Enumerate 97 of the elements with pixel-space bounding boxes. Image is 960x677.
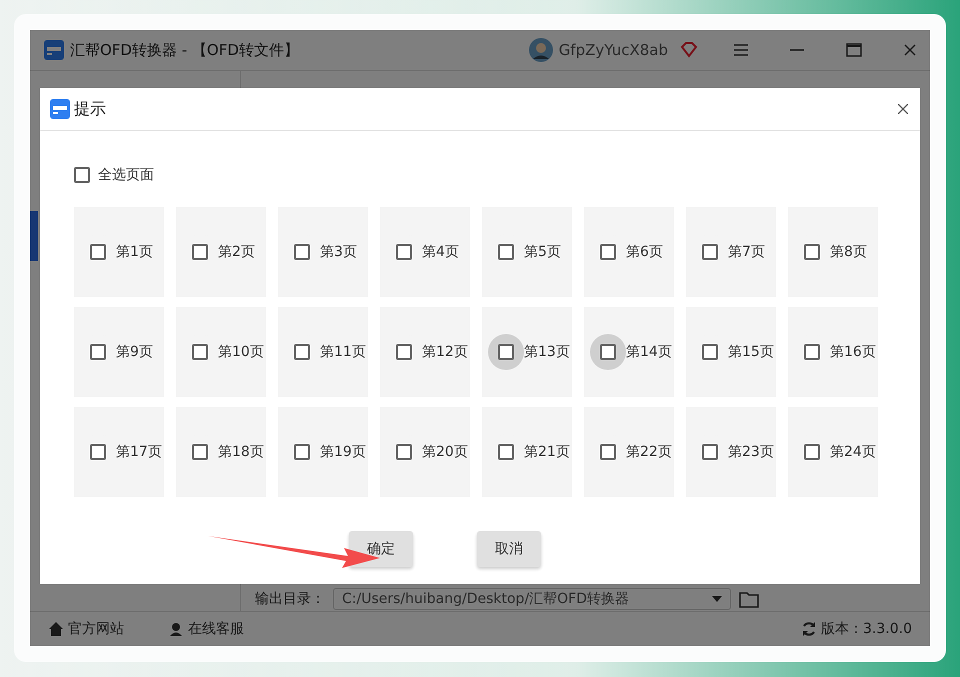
checkbox[interactable] [498, 444, 514, 460]
window-title: 汇帮OFD转换器 - 【OFD转文件】 [70, 40, 299, 60]
page-label: 第9页 [116, 343, 153, 361]
dialog-title: 提示 [74, 98, 106, 120]
refresh-icon [801, 621, 818, 637]
page-option[interactable]: 第24页 [788, 407, 878, 497]
close-button[interactable] [896, 102, 910, 116]
page-option[interactable]: 第1页 [74, 207, 164, 297]
page-label: 第12页 [422, 343, 468, 361]
page-option[interactable]: 第9页 [74, 307, 164, 397]
page-label: 第20页 [422, 443, 468, 461]
page-label: 第15页 [728, 343, 774, 361]
page-label: 第3页 [320, 243, 357, 261]
page-option[interactable]: 第21页 [482, 407, 572, 497]
output-path-field[interactable]: C:/Users/huibang/Desktop/汇帮OFD转换器 [333, 588, 731, 610]
checkbox[interactable] [294, 244, 310, 260]
version-label: 版本：3.3.0.0 [801, 620, 912, 638]
page-option[interactable]: 第10页 [176, 307, 266, 397]
checkbox[interactable] [804, 444, 820, 460]
page-option[interactable]: 第11页 [278, 307, 368, 397]
page-option[interactable]: 第12页 [380, 307, 470, 397]
checkbox[interactable] [498, 344, 514, 360]
checkbox[interactable] [74, 167, 90, 183]
page-option[interactable]: 第22页 [584, 407, 674, 497]
checkbox[interactable] [90, 344, 106, 360]
footer-link[interactable]: 在线客服 [168, 620, 244, 638]
diamond-icon [680, 42, 698, 58]
checkbox[interactable] [702, 344, 718, 360]
folder-icon[interactable] [739, 590, 759, 608]
page-label: 第19页 [320, 443, 366, 461]
page-option[interactable]: 第4页 [380, 207, 470, 297]
page-option[interactable]: 第5页 [482, 207, 572, 297]
cancel-button[interactable]: 取消 [477, 531, 541, 567]
username: GfpZyYucX8ab [558, 41, 668, 59]
page-label: 第18页 [218, 443, 264, 461]
checkbox[interactable] [600, 344, 616, 360]
page-label: 第1页 [116, 243, 153, 261]
page-label: 第6页 [626, 243, 663, 261]
checkbox[interactable] [804, 244, 820, 260]
page-option[interactable]: 第20页 [380, 407, 470, 497]
home-icon [48, 621, 64, 637]
page-label: 第7页 [728, 243, 765, 261]
page-option[interactable]: 第13页 [482, 307, 572, 397]
checkbox[interactable] [192, 344, 208, 360]
page-label: 第10页 [218, 343, 264, 361]
checkbox[interactable] [804, 344, 820, 360]
page-option[interactable]: 第2页 [176, 207, 266, 297]
page-option[interactable]: 第14页 [584, 307, 674, 397]
checkbox[interactable] [90, 244, 106, 260]
select-all-label: 全选页面 [98, 166, 154, 184]
page-option[interactable]: 第6页 [584, 207, 674, 297]
checkbox[interactable] [294, 344, 310, 360]
person-icon [168, 621, 184, 637]
page-option[interactable]: 第7页 [686, 207, 776, 297]
page-label: 第21页 [524, 443, 570, 461]
page-label: 第14页 [626, 343, 672, 361]
page-label: 第23页 [728, 443, 774, 461]
checkbox[interactable] [702, 444, 718, 460]
page-label: 第17页 [116, 443, 162, 461]
checkbox[interactable] [702, 244, 718, 260]
page-label: 第16页 [830, 343, 876, 361]
page-label: 第5页 [524, 243, 561, 261]
footer-link[interactable]: 官方网站 [48, 620, 124, 638]
page-option[interactable]: 第17页 [74, 407, 164, 497]
close-icon[interactable] [904, 44, 916, 56]
app-logo-icon [44, 40, 64, 60]
checkbox[interactable] [600, 244, 616, 260]
page-label: 第13页 [524, 343, 570, 361]
maximize-icon[interactable] [846, 43, 862, 57]
page-option[interactable]: 第18页 [176, 407, 266, 497]
checkbox[interactable] [192, 244, 208, 260]
checkbox[interactable] [498, 244, 514, 260]
page-option[interactable]: 第3页 [278, 207, 368, 297]
checkbox[interactable] [396, 344, 412, 360]
checkbox[interactable] [192, 444, 208, 460]
checkbox[interactable] [600, 444, 616, 460]
sidebar-selection-bar [30, 211, 38, 261]
page-option[interactable]: 第23页 [686, 407, 776, 497]
checkbox[interactable] [90, 444, 106, 460]
dropdown-caret-icon[interactable] [712, 596, 722, 602]
page-label: 第2页 [218, 243, 255, 261]
page-option[interactable]: 第16页 [788, 307, 878, 397]
menu-icon[interactable] [734, 44, 748, 56]
page-label: 第11页 [320, 343, 366, 361]
page-option[interactable]: 第19页 [278, 407, 368, 497]
checkbox[interactable] [294, 444, 310, 460]
page-option[interactable]: 第15页 [686, 307, 776, 397]
page-label: 第24页 [830, 443, 876, 461]
app-logo-icon [50, 99, 70, 119]
checkbox[interactable] [396, 244, 412, 260]
output-label: 输出目录： [255, 590, 325, 608]
page-label: 第22页 [626, 443, 672, 461]
page-label: 第4页 [422, 243, 459, 261]
checkbox[interactable] [396, 444, 412, 460]
page-option[interactable]: 第8页 [788, 207, 878, 297]
avatar-icon [528, 38, 553, 62]
page-label: 第8页 [830, 243, 867, 261]
